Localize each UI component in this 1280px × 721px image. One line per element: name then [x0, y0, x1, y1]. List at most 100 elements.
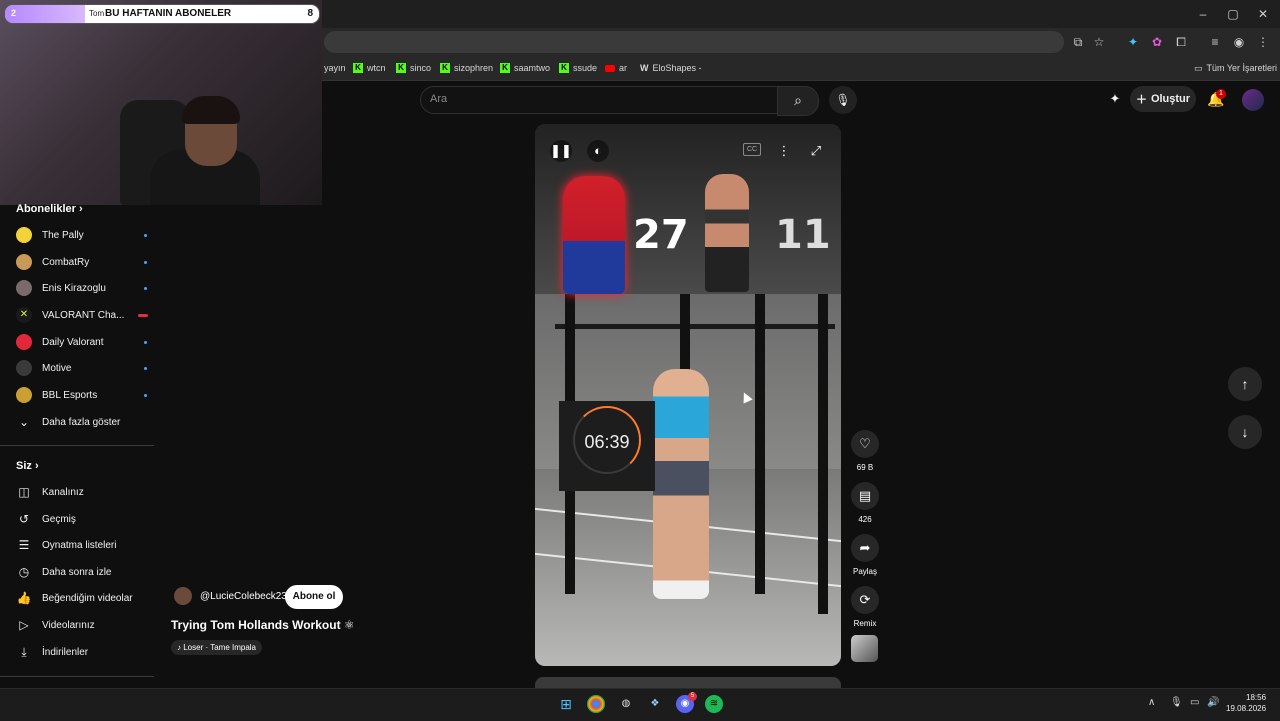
system-clock[interactable]: 18:56 19.08.2026	[1226, 692, 1266, 714]
sidebar-item-label: İndirilenler	[42, 646, 89, 658]
sidebar-item-valorant-champions[interactable]: ✕ VALORANT Cha...	[16, 304, 148, 326]
captions-button[interactable]: CC	[743, 143, 761, 156]
voice-search-button[interactable]: 🎙	[829, 86, 857, 114]
share-icon[interactable]: ➦	[851, 534, 879, 562]
shorts-video-player[interactable]: 27 11 06:39 ❚❚ ◐ CC ⋮ ⤢	[535, 124, 841, 666]
sidebar-item-your-videos[interactable]: ▷ Videolarınız	[16, 614, 146, 636]
sidebar-item-daily-valorant[interactable]: Daily Valorant	[16, 331, 147, 353]
sidebar-item-watch-later[interactable]: ◷ Daha sonra izle	[16, 561, 146, 583]
remix-action[interactable]: ⟳ Remix	[850, 586, 880, 628]
new-content-dot	[144, 261, 147, 264]
close-window-button[interactable]: ✕	[1248, 4, 1278, 24]
bookmark-item[interactable]: W EloShapes -	[640, 60, 702, 76]
webcam-overlay: 2 Tom BU HAFTANIN ABONELER 8	[0, 0, 322, 205]
like-count: 69 B	[856, 463, 874, 472]
bookmark-item[interactable]: Ksinco	[396, 60, 431, 76]
channel-avatar	[16, 360, 32, 376]
heart-icon[interactable]: ♡	[851, 430, 879, 458]
tray-overflow-icon[interactable]: ∧	[1148, 697, 1155, 708]
network-icon[interactable]: ▭	[1190, 697, 1199, 708]
subscriptions-heading[interactable]: Abonelikler ›	[16, 203, 83, 215]
windows-start-icon[interactable]: ⊞	[557, 695, 575, 713]
bookmark-label: yayın	[324, 63, 346, 73]
you-heading[interactable]: Siz ›	[16, 460, 39, 472]
channel-avatar	[16, 227, 32, 243]
gemini-icon[interactable]: ✦	[1106, 90, 1124, 108]
extension-icon[interactable]: ✿	[1148, 33, 1166, 51]
plus-icon: ＋	[1135, 94, 1147, 106]
account-avatar[interactable]	[1242, 89, 1264, 111]
sidebar-item-bbl-esports[interactable]: BBL Esports	[16, 384, 147, 406]
pause-button[interactable]: ❚❚	[550, 140, 572, 162]
minimize-button[interactable]: –	[1188, 4, 1218, 24]
sidebar-item-combatry[interactable]: CombatRy	[16, 251, 147, 273]
bookmark-item[interactable]: ar	[605, 60, 627, 76]
sidebar-item-your-channel[interactable]: ◫ Kanalınız	[16, 481, 146, 503]
microphone-tray-icon[interactable]: 🎙	[1170, 697, 1183, 708]
install-app-icon[interactable]: ⧉	[1069, 33, 1087, 51]
bookmark-star-icon[interactable]: ☆	[1090, 33, 1108, 51]
comment-icon[interactable]: ▤	[851, 482, 879, 510]
fullscreen-button[interactable]: ⤢	[805, 140, 827, 162]
profile-icon[interactable]: ◉	[1230, 33, 1248, 51]
channel-name: Enis Kirazoglu	[42, 282, 106, 294]
channel-name: Motive	[42, 362, 72, 374]
app-icon[interactable]: ❖	[646, 695, 664, 713]
sidebar-item-history[interactable]: ↺ Geçmiş	[16, 508, 146, 530]
all-bookmarks-folder[interactable]: ▭ Tüm Yer İşaretleri	[1194, 60, 1277, 76]
subscriber-goal-bar: 2 Tom BU HAFTANIN ABONELER 8	[4, 4, 320, 24]
channel-avatar: ✕	[16, 307, 32, 323]
pullup-bar	[555, 324, 835, 329]
sidebar-item-motive[interactable]: Motive	[16, 357, 147, 379]
maximize-button[interactable]: ▢	[1218, 4, 1248, 24]
folder-icon: ▭	[1194, 62, 1203, 73]
new-content-dot	[144, 234, 147, 237]
remix-icon[interactable]: ⟳	[851, 586, 879, 614]
sidebar-item-downloads[interactable]: ⤓ İndirilenler	[16, 641, 146, 663]
share-action[interactable]: ➦ Paylaş	[850, 534, 880, 576]
search-button[interactable]: ⌕	[777, 86, 819, 116]
bookmark-item[interactable]: Ksizophren	[440, 60, 493, 76]
omnibox[interactable]	[324, 31, 1064, 53]
chrome-icon[interactable]	[587, 695, 605, 713]
clock-icon: ◷	[18, 565, 30, 579]
next-short-button[interactable]: ↓	[1228, 415, 1262, 449]
create-button[interactable]: ＋ Oluştur	[1130, 86, 1196, 112]
app-icon[interactable]: ◍	[617, 695, 635, 713]
extensions-puzzle-icon[interactable]: ⧠	[1172, 33, 1190, 51]
bookmark-label: sizophren	[454, 63, 494, 73]
channel-avatar[interactable]	[174, 587, 192, 605]
bookmark-item[interactable]: Ksaamtwo	[500, 60, 550, 76]
volume-tray-icon[interactable]: 🔊	[1207, 697, 1219, 708]
previous-short-button[interactable]: ↑	[1228, 367, 1262, 401]
remix-label: Remix	[853, 619, 877, 628]
goal-title: BU HAFTANIN ABONELER	[105, 8, 232, 19]
volume-button[interactable]: ◐	[587, 140, 609, 162]
reading-list-icon[interactable]: ≡	[1206, 33, 1224, 51]
like-action[interactable]: ♡ 69 B	[850, 430, 880, 472]
search-input[interactable]	[420, 86, 779, 114]
extension-icon[interactable]: ✦	[1124, 33, 1142, 51]
bookmark-item[interactable]: yayın	[324, 60, 346, 76]
bookmark-item[interactable]: Kwtcn	[353, 60, 386, 76]
discord-badge: 5	[688, 692, 697, 701]
user-square-icon: ◫	[18, 485, 30, 499]
sidebar-divider	[0, 676, 154, 677]
browser-menu-icon[interactable]: ⋮	[1254, 33, 1272, 51]
bookmark-item[interactable]: Kssude	[559, 60, 597, 76]
subscribe-button[interactable]: Abone ol	[285, 585, 343, 609]
comment-action[interactable]: ▤ 426	[850, 482, 880, 524]
show-more-button[interactable]: ⌄ Daha fazla göster	[16, 411, 146, 433]
channel-name[interactable]: @LucieColebeck23	[200, 591, 287, 602]
sidebar-item-playlists[interactable]: ☰ Oynatma listeleri	[16, 534, 146, 556]
goal-current: 2	[11, 8, 17, 18]
music-pill[interactable]: ♪ Loser · Tame Impala	[171, 640, 262, 655]
channel-avatar	[16, 280, 32, 296]
spotify-icon[interactable]: ≋	[705, 695, 723, 713]
sidebar-item-enis-kirazoglu[interactable]: Enis Kirazoglu	[16, 277, 147, 299]
sidebar-item-the-pally[interactable]: The Pally	[16, 224, 147, 246]
sidebar-item-liked-videos[interactable]: 👍 Beğendiğim videolar	[16, 587, 146, 609]
more-options-button[interactable]: ⋮	[773, 140, 795, 162]
sound-thumbnail[interactable]	[851, 635, 878, 662]
search-placeholder: Ara	[430, 93, 448, 105]
